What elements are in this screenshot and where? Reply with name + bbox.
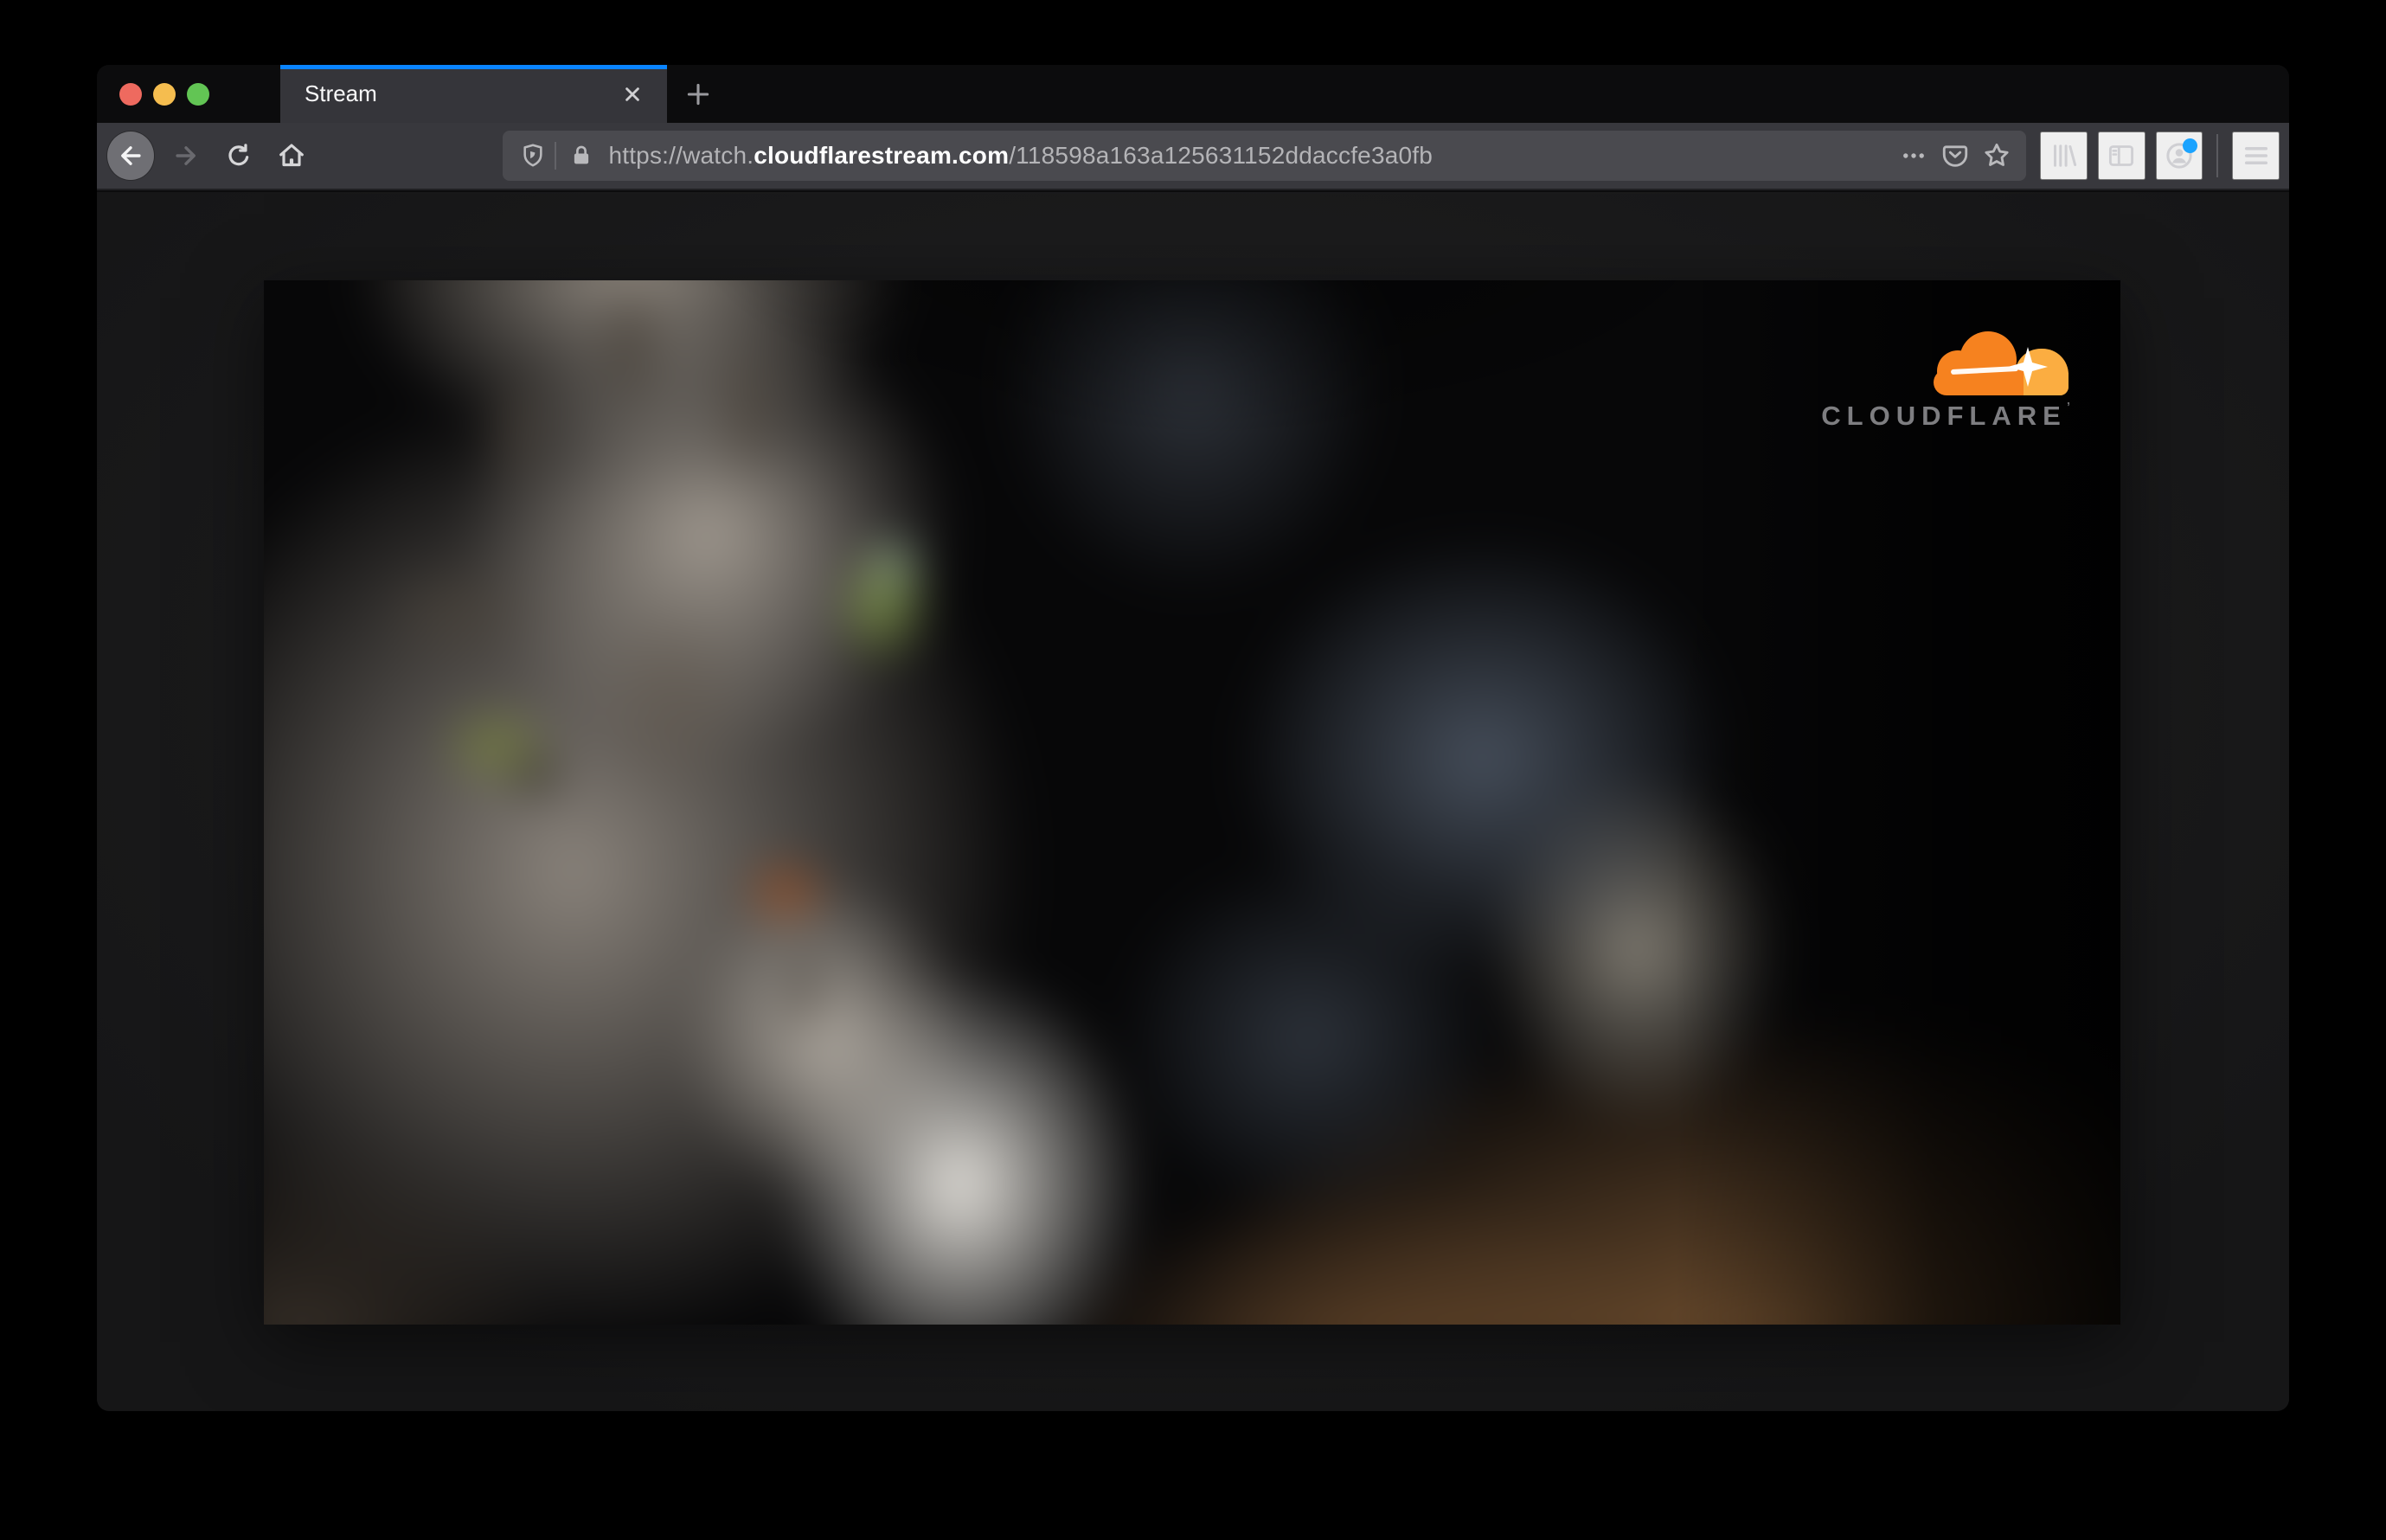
home-button[interactable] — [268, 132, 315, 180]
cloudflare-logo: CLOUDFLARE’ — [1821, 330, 2070, 429]
back-button[interactable] — [107, 132, 155, 180]
forward-button[interactable] — [163, 132, 209, 180]
menu-button[interactable] — [2232, 132, 2280, 180]
url-bar[interactable]: https://watch.cloudflarestream.com/11859… — [503, 131, 2027, 181]
active-tab-accent — [280, 65, 667, 69]
url-domain: cloudflarestream.com — [754, 142, 1010, 169]
lock-icon[interactable] — [565, 137, 598, 175]
close-window-button[interactable] — [119, 82, 142, 106]
shield-icon[interactable] — [516, 137, 549, 175]
account-button[interactable] — [2155, 132, 2203, 180]
forward-icon — [171, 141, 201, 170]
plus-icon — [683, 80, 713, 109]
library-icon — [2049, 140, 2080, 171]
trademark-mark: ’ — [2066, 400, 2070, 414]
back-icon — [116, 141, 145, 170]
video-vignette — [264, 280, 2120, 1325]
navigation-toolbar: https://watch.cloudflarestream.com/11859… — [97, 123, 2289, 190]
tab-title: Stream — [305, 80, 377, 106]
pocket-button[interactable] — [1934, 135, 1976, 176]
bookmark-star-icon — [1981, 140, 2012, 171]
video-player[interactable]: CLOUDFLARE’ — [264, 280, 2120, 1325]
cloudflare-cloud-icon — [1930, 330, 2069, 395]
tab-bar: Stream — [97, 65, 2289, 123]
zoom-window-button[interactable] — [187, 82, 209, 106]
browser-window: Stream https://watch.cloudflarestream.co… — [97, 65, 2289, 1411]
reload-icon — [224, 141, 253, 170]
sidebar-icon — [2106, 140, 2137, 171]
menu-icon — [2241, 140, 2272, 171]
toolbar-divider — [2216, 134, 2219, 177]
url-path: /118598a163a125631152ddaccfe3a0fb — [1009, 142, 1434, 169]
bookmark-button[interactable] — [1976, 135, 2017, 176]
window-controls — [97, 65, 280, 123]
library-button[interactable] — [2040, 132, 2088, 180]
cloudflare-wordmark: CLOUDFLARE’ — [1821, 400, 2070, 431]
minimize-window-button[interactable] — [153, 82, 176, 106]
sidebar-button[interactable] — [2098, 132, 2145, 180]
pocket-icon — [1940, 141, 1970, 170]
tab-stream[interactable]: Stream — [280, 65, 667, 123]
page-content: CLOUDFLARE’ — [97, 192, 2289, 1411]
close-tab-icon[interactable] — [615, 77, 650, 112]
reload-button[interactable] — [215, 132, 262, 180]
urlbar-divider — [555, 142, 557, 170]
url-text[interactable]: https://watch.cloudflarestream.com/11859… — [608, 142, 1433, 170]
url-prefix: https://watch. — [608, 142, 754, 169]
home-icon — [276, 140, 307, 171]
new-tab-button[interactable] — [667, 65, 729, 123]
page-actions-button[interactable] — [1893, 135, 1934, 176]
page-actions-icon — [1899, 141, 1928, 170]
